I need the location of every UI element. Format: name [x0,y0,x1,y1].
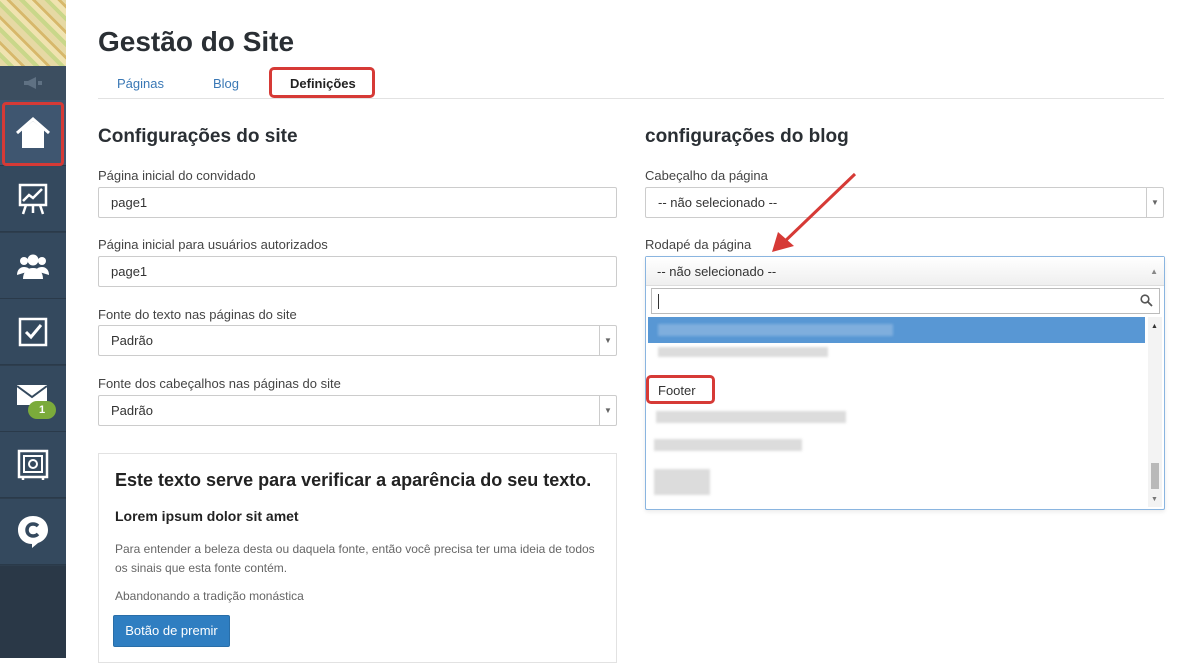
preview-subheading: Lorem ipsum dolor sit amet [115,508,299,524]
sidebar-collapse-toggle[interactable] [0,66,66,100]
sidebar-footer [0,566,66,658]
home-icon [16,116,50,148]
annotation-arrow-icon [772,172,857,252]
dropdown-options-list: Footer [648,317,1145,507]
auth-home-input[interactable]: page1 [98,256,617,287]
list-item-highlighted[interactable] [648,317,1145,343]
auth-home-label: Página inicial para usuários autorizados [98,237,328,252]
scroll-up-icon[interactable]: ▲ [1151,323,1158,330]
chart-board-icon [18,183,48,214]
sidebar-item-analytics[interactable] [0,166,66,232]
list-item[interactable] [648,343,1145,363]
megaphone-icon [24,77,42,89]
page-header-select[interactable]: -- não selecionado -- ▼ [645,187,1164,218]
redacted-text [658,347,828,357]
dropdown-scrollbar[interactable]: ▲ ▼ [1148,317,1162,507]
search-icon [1140,294,1153,307]
safe-icon [17,449,49,480]
dropdown-search-input[interactable] [651,288,1160,314]
chevron-down-icon: ▼ [599,326,616,355]
brand-logo[interactable] [0,0,66,66]
sidebar-item-home[interactable] [0,100,66,166]
page-footer-select-open[interactable]: -- não selecionado -- ▲ Footer ▲ ▼ [645,256,1165,510]
sidebar-item-safe[interactable] [0,432,66,498]
users-icon [17,254,49,279]
sidebar: 1 [0,0,66,658]
tab-blog[interactable]: Blog [213,68,239,99]
chevron-down-icon: ▼ [1146,188,1163,217]
tab-bar: Páginas Blog Definições [98,68,1164,99]
mail-count-badge: 1 [28,401,56,419]
page-title: Gestão do Site [98,26,295,57]
heading-font-label: Fonte dos cabeçalhos nas páginas do site [98,376,341,391]
checkbox-icon [18,317,48,346]
scroll-down-icon[interactable]: ▼ [1151,496,1158,503]
logo-c-icon [18,515,48,548]
preview-paragraph: Para entender a beleza desta ou daquela … [115,542,595,575]
sidebar-item-mail[interactable]: 1 [0,366,66,432]
page-footer-select[interactable]: -- não selecionado -- ▲ [646,257,1164,286]
chevron-down-icon: ▼ [599,396,616,425]
redacted-text [654,469,710,495]
sidebar-item-chat[interactable] [0,499,66,565]
sidebar-item-tasks[interactable] [0,299,66,365]
list-item[interactable] [648,433,1145,459]
text-font-select[interactable]: Padrão ▼ [98,325,617,356]
heading-font-value: Padrão [111,403,153,418]
option-footer-label: Footer [658,383,696,398]
sidebar-item-users[interactable] [0,233,66,299]
text-caret [658,294,659,309]
tab-settings[interactable]: Definições [290,68,356,99]
list-item-footer[interactable]: Footer [648,379,1145,405]
redacted-text [654,439,802,451]
tab-pages[interactable]: Páginas [117,68,164,99]
redacted-text [658,324,893,336]
preview-heading: Este texto serve para verificar a aparên… [115,470,592,490]
page-header-label: Cabeçalho da página [645,168,768,183]
preview-paragraph-2: Abandonando a tradição monástica [115,589,304,603]
scrollbar-thumb[interactable] [1151,463,1159,489]
font-preview-panel: Este texto serve para verificar a aparên… [98,453,617,663]
page-footer-label: Rodapé da página [645,237,752,252]
redacted-text [656,411,846,423]
chevron-up-icon: ▲ [1150,267,1158,276]
preview-button[interactable]: Botão de premir [113,615,230,647]
guest-home-input[interactable]: page1 [98,187,617,218]
text-font-label: Fonte do texto nas páginas do site [98,307,297,322]
list-item[interactable] [648,463,1145,503]
page-footer-value: -- não selecionado -- [657,264,777,279]
heading-font-select[interactable]: Padrão ▼ [98,395,617,426]
blog-settings-heading: configurações do blog [645,126,849,147]
site-settings-heading: Configurações do site [98,126,298,147]
list-item[interactable] [648,405,1145,431]
guest-home-label: Página inicial do convidado [98,168,256,183]
text-font-value: Padrão [111,333,153,348]
